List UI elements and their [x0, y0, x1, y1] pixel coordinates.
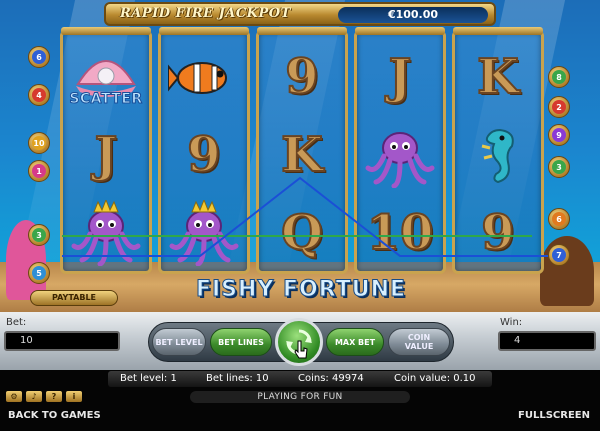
reel-1-symbol-3 [67, 197, 145, 269]
reel-5-symbol-2 [459, 119, 537, 191]
reel-1-symbol-2: J [67, 119, 145, 191]
payline-number: 6 [32, 50, 46, 64]
payline-number: 3 [552, 160, 566, 174]
reel-2-symbol-3 [165, 197, 243, 269]
reel-2-symbol-1 [165, 41, 243, 113]
mode-indicator: PLAYING FOR FUN [190, 391, 410, 403]
left-payline-badge-6[interactable]: 6 [28, 46, 50, 68]
help-icon[interactable]: ? [46, 391, 62, 402]
reel-5-symbol-3: 9 [459, 197, 537, 269]
stat-bet-lines: Bet lines: 10 [206, 373, 269, 384]
gear-icon[interactable]: ⚙ [6, 391, 22, 402]
octopus-king-symbol-icon [169, 200, 239, 266]
reel-2: 9 [158, 27, 250, 274]
payline-number: 8 [552, 70, 566, 84]
reel-2-symbol-2: 9 [165, 119, 243, 191]
max-bet-button[interactable]: MAX BET [326, 328, 384, 356]
payline-number: 1 [32, 164, 46, 178]
seahorse-symbol-icon [481, 128, 514, 184]
symbol-9: 9 [284, 48, 319, 106]
octopus-symbol-icon [365, 132, 435, 188]
reel-5: K9 [452, 27, 544, 274]
game-stage: RAPID FIRE JACKPOT €100.00 SCATTER J 9 9 K Q J… [0, 0, 600, 431]
stats-bar: Bet level: 1 Bet lines: 10 Coins: 49974 … [108, 371, 492, 387]
bet-level-button[interactable]: BET LEVEL [152, 328, 206, 356]
coin-value-label-2: VALUE [404, 342, 434, 351]
payline-number: 7 [552, 248, 566, 262]
payline-number: 6 [552, 212, 566, 226]
right-payline-badge-2[interactable]: 2 [548, 96, 570, 118]
info-icon[interactable]: i [66, 391, 82, 402]
payline-number: 10 [32, 136, 46, 150]
win-label: Win: [500, 317, 523, 328]
symbol-9: 9 [186, 126, 221, 184]
reel-3: 9 KQ [256, 27, 348, 274]
right-payline-badge-6[interactable]: 6 [548, 208, 570, 230]
jackpot-bar: RAPID FIRE JACKPOT €100.00 [104, 2, 496, 26]
octopus-king-symbol-icon [71, 200, 141, 266]
reel-4-symbol-2 [361, 119, 439, 191]
back-to-games-link[interactable]: BACK TO GAMES [8, 410, 101, 421]
paytable-button[interactable]: PAYTABLE [30, 290, 118, 306]
symbol-k: K [476, 48, 520, 106]
hand-cursor-icon [294, 340, 308, 359]
bet-lines-button[interactable]: BET LINES [210, 328, 272, 356]
right-payline-badge-9[interactable]: 9 [548, 124, 570, 146]
payline-number: 9 [552, 128, 566, 142]
reel-3-symbol-3: Q [263, 197, 341, 269]
scatter-label: SCATTER [69, 91, 143, 108]
reel-cap [453, 27, 543, 35]
clownfish-symbol-icon [168, 62, 227, 94]
payline-number: 3 [32, 228, 46, 242]
reel-cap [257, 27, 347, 35]
reel-4-symbol-3: 10 [361, 197, 439, 269]
stat-bet-level: Bet level: 1 [120, 373, 177, 384]
payline-number: 5 [32, 266, 46, 280]
right-payline-badge-8[interactable]: 8 [548, 66, 570, 88]
sound-icon[interactable]: ♪ [26, 391, 42, 402]
payline-number: 4 [32, 88, 46, 102]
game-title: FISHY FORTUNE [195, 277, 407, 303]
reel-4: J 10 [354, 27, 446, 274]
reel-3-symbol-1: 9 [263, 41, 341, 113]
reel-cap [355, 27, 445, 35]
left-payline-badge-5[interactable]: 5 [28, 262, 50, 284]
symbol-k: K [280, 126, 324, 184]
left-payline-badge-4[interactable]: 4 [28, 84, 50, 106]
win-display: 4 [498, 331, 596, 351]
bet-label: Bet: [6, 317, 27, 328]
stat-coin-value: Coin value: 0.10 [394, 373, 476, 384]
coin-value-label-1: COIN [407, 333, 431, 342]
left-payline-badge-10[interactable]: 10 [28, 132, 50, 154]
jackpot-title: RAPID FIRE JACKPOT [120, 6, 291, 21]
symbol-9: 9 [480, 204, 515, 262]
symbol-q: Q [280, 204, 324, 262]
left-payline-badge-1[interactable]: 1 [28, 160, 50, 182]
payline-number: 2 [552, 100, 566, 114]
coin-value-button[interactable]: COIN VALUE [388, 328, 450, 356]
left-payline-badge-3[interactable]: 3 [28, 224, 50, 246]
reel-cap [61, 27, 151, 35]
reel-1-symbol-1: SCATTER [67, 41, 145, 113]
symbol-j: J [94, 126, 119, 184]
symbol-10: 10 [366, 204, 435, 262]
reel-1: SCATTER J [60, 27, 152, 274]
reel-4-symbol-1: J [361, 41, 439, 113]
reel-3-symbol-2: K [263, 119, 341, 191]
bet-display: 10 [4, 331, 120, 351]
right-payline-badge-3[interactable]: 3 [548, 156, 570, 178]
jackpot-amount: €100.00 [338, 7, 488, 23]
reel-cap [159, 27, 249, 35]
stat-coins: Coins: 49974 [298, 373, 364, 384]
fullscreen-link[interactable]: FULLSCREEN [518, 410, 590, 421]
reel-5-symbol-1: K [459, 41, 537, 113]
right-payline-badge-7[interactable]: 7 [548, 244, 570, 266]
symbol-j: J [388, 48, 413, 106]
